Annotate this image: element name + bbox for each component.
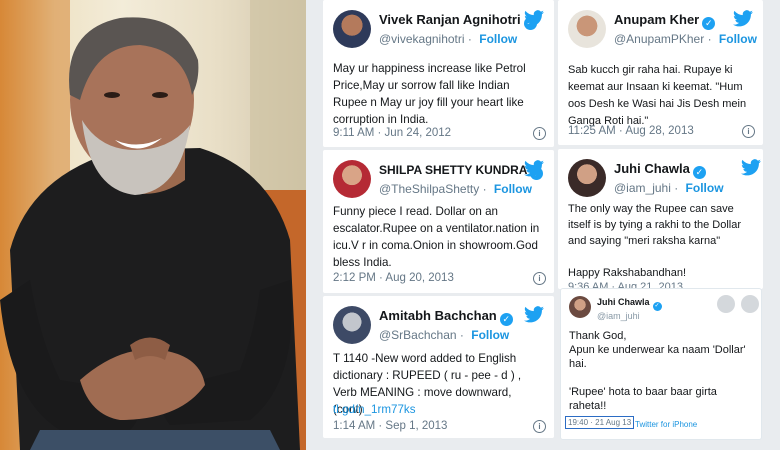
tweet-amitabh[interactable]: Amitabh Bachchan ✓ @SrBachchan · Follow T… <box>323 296 554 438</box>
tweet-anupam[interactable]: Anupam Kher ✓ @AnupamPKher · Follow Sab k… <box>558 0 763 145</box>
author-handle: @TheShilpaShetty <box>379 181 480 196</box>
person-photo <box>0 0 306 450</box>
tweet-timestamp[interactable]: 9:11 AM · Jun 24, 2012 <box>333 127 451 139</box>
embedded-tweet-screenshot: Juhi Chawla ✓ @iam_juhi Thank God, Apun k… <box>560 288 762 440</box>
info-icon[interactable]: i <box>533 420 546 433</box>
info-icon[interactable]: i <box>742 125 755 138</box>
embedded-tweet-text: Thank God, Apun ke underwear ka naam 'Do… <box>569 330 746 412</box>
avatar <box>333 306 371 344</box>
follow-button[interactable]: Follow <box>686 181 724 195</box>
author-handle: @iam_juhi <box>614 180 671 195</box>
twitter-bird-icon <box>524 306 544 323</box>
avatar <box>333 10 371 48</box>
verified-icon: ✓ <box>499 312 513 326</box>
author-name: SHILPA SHETTY KUNDRA <box>379 162 528 177</box>
tweet-header: Vivek Ranjan Agnihotri✓ @vivekagnihotri … <box>333 10 537 48</box>
tweet-text: May ur happiness increase like Petrol Pr… <box>333 62 526 126</box>
tweet-timestamp[interactable]: 1:14 AM · Sep 1, 2013 <box>333 420 447 432</box>
embedded-timestamp: 19:40 · 21 Aug 13 <box>565 416 635 429</box>
avatar <box>569 296 591 318</box>
tweet-timestamp[interactable]: 2:12 PM · Aug 20, 2013 <box>333 272 454 284</box>
tweet-link[interactable]: tl.gd/n_1rm77ks <box>333 401 544 418</box>
tweet-header: Amitabh Bachchan ✓ @SrBachchan · Follow <box>333 306 513 344</box>
author-handle: @SrBachchan <box>379 327 457 342</box>
tweet-text: Sab kucch gir raha hai. Rupaye ki keemat… <box>568 64 747 127</box>
follow-button[interactable]: Follow <box>471 328 509 342</box>
author-name: Anupam Kher <box>614 11 700 27</box>
info-icon[interactable]: i <box>533 272 546 285</box>
tweet-text: The only way the Rupee can save itself i… <box>568 203 742 279</box>
tweet-header: SHILPA SHETTY KUNDRA✓ @TheShilpaShetty ·… <box>333 160 544 198</box>
verified-icon: ✓ <box>692 165 706 179</box>
verified-icon: ✓ <box>652 302 662 311</box>
author-name: Amitabh Bachchan <box>379 307 497 323</box>
author-name: Vivek Ranjan Agnihotri <box>379 11 521 27</box>
twitter-bird-icon <box>741 159 761 176</box>
follow-button[interactable]: Follow <box>719 32 757 46</box>
twitter-bird-icon <box>733 10 753 27</box>
embedded-author-name: Juhi Chawla <box>597 297 650 307</box>
tweet-juhi[interactable]: Juhi Chawla ✓ @iam_juhi · Follow The only… <box>558 149 763 293</box>
tweet-vivek[interactable]: Vivek Ranjan Agnihotri✓ @vivekagnihotri … <box>323 0 554 147</box>
circle-button <box>717 295 735 313</box>
twitter-bird-icon <box>524 10 544 27</box>
info-icon[interactable]: i <box>533 127 546 140</box>
tweet-text: Funny piece I read. Dollar on an escalat… <box>333 205 540 269</box>
tweet-header: Anupam Kher ✓ @AnupamPKher · Follow <box>568 10 757 48</box>
embedded-author-handle: @iam_juhi <box>597 311 640 321</box>
follow-button[interactable]: Follow <box>494 182 532 196</box>
twitter-bird-icon <box>524 160 544 177</box>
embedded-source: Twitter for iPhone <box>635 420 698 429</box>
tweet-shilpa[interactable]: SHILPA SHETTY KUNDRA✓ @TheShilpaShetty ·… <box>323 150 554 293</box>
avatar <box>568 159 606 197</box>
tweet-header: Juhi Chawla ✓ @iam_juhi · Follow <box>568 159 724 197</box>
author-handle: @AnupamPKher <box>614 31 705 46</box>
circle-button <box>741 295 759 313</box>
verified-icon: ✓ <box>702 16 716 30</box>
author-handle: @vivekagnihotri <box>379 31 465 46</box>
author-name: Juhi Chawla <box>614 160 690 176</box>
follow-button[interactable]: Follow <box>479 32 517 46</box>
tweet-timestamp[interactable]: 11:25 AM · Aug 28, 2013 <box>568 125 694 137</box>
avatar <box>333 160 371 198</box>
avatar <box>568 10 606 48</box>
